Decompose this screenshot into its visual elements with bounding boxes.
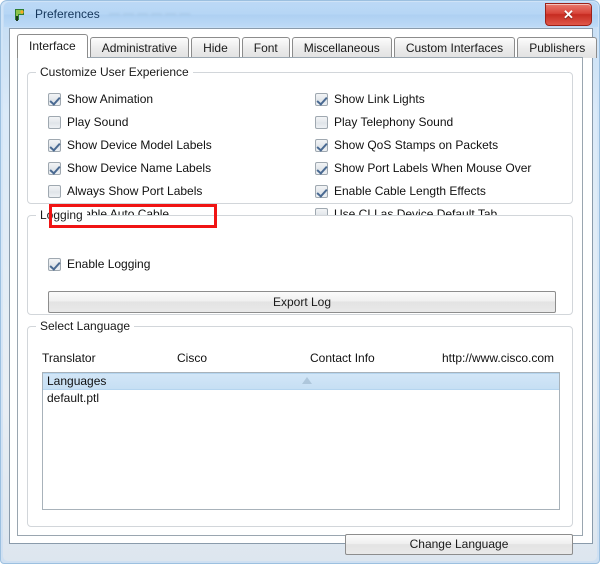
checkbox-show-device-model-labels[interactable]: Show Device Model Labels bbox=[48, 137, 212, 153]
language-table-header: Translator Cisco Contact Info http://www… bbox=[42, 351, 560, 369]
checkbox-show-link-lights[interactable]: Show Link Lights bbox=[315, 91, 425, 107]
window-title: Preferences bbox=[35, 7, 100, 21]
window-title-secondary: — — — — — — bbox=[109, 8, 191, 20]
preferences-window: Preferences — — — — — — ✕ Interface Admi… bbox=[0, 0, 600, 564]
checkbox-label: Enable Cable Length Effects bbox=[334, 184, 486, 198]
checkbox-label: Play Telephony Sound bbox=[334, 115, 454, 129]
packet-tracer-icon bbox=[13, 7, 29, 23]
checkbox-play-telephony-sound[interactable]: Play Telephony Sound bbox=[315, 114, 453, 130]
checkbox-label: Show Port Labels When Mouse Over bbox=[334, 161, 532, 175]
checkbox-label: Play Sound bbox=[67, 115, 129, 129]
checkbox-icon bbox=[315, 138, 328, 152]
export-log-button[interactable]: Export Log bbox=[48, 291, 556, 313]
checkbox-always-show-port-labels[interactable]: Always Show Port Labels bbox=[48, 183, 202, 199]
checkbox-label: Always Show Port Labels bbox=[67, 184, 203, 198]
checkbox-label: Show Link Lights bbox=[334, 92, 425, 106]
tab-strip: Interface Administrative Hide Font Misce… bbox=[17, 34, 599, 58]
tab-miscellaneous[interactable]: Miscellaneous bbox=[291, 37, 392, 58]
column-header-website: http://www.cisco.com bbox=[442, 351, 555, 365]
tab-label: Publishers bbox=[529, 41, 586, 55]
checkbox-show-device-name-labels[interactable]: Show Device Name Labels bbox=[48, 160, 211, 176]
checkbox-icon bbox=[48, 161, 61, 175]
customize-user-experience-group: Customize User Experience Show Animation… bbox=[27, 65, 573, 228]
checkbox-icon bbox=[48, 184, 61, 198]
checkbox-label: Show QoS Stamps on Packets bbox=[334, 138, 499, 152]
tab-font[interactable]: Font bbox=[241, 37, 290, 58]
language-listbox[interactable]: Languages default.ptl bbox=[42, 372, 560, 510]
checkbox-show-port-labels-when-mouse-over[interactable]: Show Port Labels When Mouse Over bbox=[315, 160, 531, 176]
close-button[interactable]: ✕ bbox=[545, 3, 592, 26]
tab-administrative[interactable]: Administrative bbox=[89, 37, 190, 58]
checkbox-icon bbox=[48, 92, 61, 106]
group-title: Select Language bbox=[36, 319, 135, 333]
checkbox-enable-cable-length-effects[interactable]: Enable Cable Length Effects bbox=[315, 183, 486, 199]
checkbox-label: Show Device Model Labels bbox=[67, 138, 212, 152]
logging-group: Logging Enable Logging Export Log bbox=[27, 208, 573, 315]
tab-custom-interfaces[interactable]: Custom Interfaces bbox=[393, 37, 516, 58]
checkbox-play-sound[interactable]: Play Sound bbox=[48, 114, 128, 130]
tab-label: Font bbox=[253, 41, 278, 55]
interface-tab-page: Customize User Experience Show Animation… bbox=[17, 57, 583, 555]
checkbox-label: Show Animation bbox=[67, 92, 154, 106]
tab-interface[interactable]: Interface bbox=[17, 34, 88, 58]
checkbox-icon bbox=[315, 161, 328, 175]
column-header-translator: Translator bbox=[42, 351, 96, 365]
checkbox-icon bbox=[315, 184, 328, 198]
tab-hide[interactable]: Hide bbox=[191, 37, 240, 58]
checkbox-show-animation[interactable]: Show Animation bbox=[48, 91, 153, 107]
tab-label: Administrative bbox=[101, 41, 178, 55]
checkbox-icon bbox=[315, 92, 328, 106]
list-item[interactable]: Languages bbox=[43, 373, 559, 390]
group-title: Logging bbox=[36, 208, 87, 222]
title-bar[interactable]: Preferences — — — — — — ✕ bbox=[4, 2, 598, 27]
tab-publishers[interactable]: Publishers bbox=[517, 37, 598, 58]
tab-label: Custom Interfaces bbox=[405, 41, 504, 55]
checkbox-icon bbox=[48, 115, 61, 129]
tab-label: Miscellaneous bbox=[303, 41, 380, 55]
close-icon: ✕ bbox=[563, 7, 574, 22]
select-language-group: Select Language Translator Cisco Contact… bbox=[27, 319, 573, 527]
tab-label: Hide bbox=[203, 41, 228, 55]
list-item[interactable]: default.ptl bbox=[43, 390, 559, 406]
checkbox-label: Enable Logging bbox=[67, 257, 151, 271]
checkbox-icon bbox=[315, 115, 328, 129]
checkbox-icon bbox=[48, 257, 61, 271]
group-title: Customize User Experience bbox=[36, 65, 193, 79]
column-header-contact-info: Contact Info bbox=[310, 351, 375, 365]
checkbox-enable-logging[interactable]: Enable Logging bbox=[48, 256, 150, 272]
checkbox-show-qos-stamps-on-packets[interactable]: Show QoS Stamps on Packets bbox=[315, 137, 498, 153]
checkbox-label: Show Device Name Labels bbox=[67, 161, 212, 175]
change-language-button[interactable]: Change Language bbox=[345, 534, 573, 555]
dialog-client-area: Interface Administrative Hide Font Misce… bbox=[9, 28, 598, 555]
checkbox-icon bbox=[48, 138, 61, 152]
tab-label: Interface bbox=[29, 39, 76, 53]
column-header-cisco: Cisco bbox=[177, 351, 208, 365]
